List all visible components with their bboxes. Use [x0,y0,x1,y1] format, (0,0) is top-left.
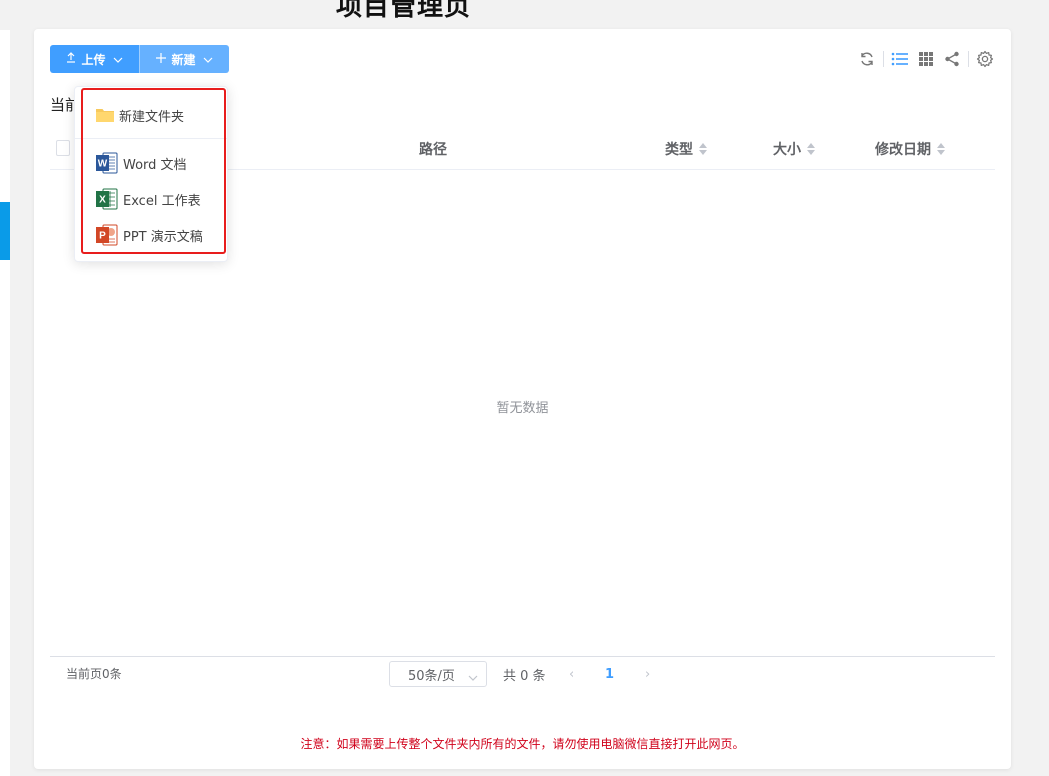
sort-icon[interactable] [937,143,945,155]
excel-icon: X [95,187,119,211]
grid-view-icon[interactable] [916,49,936,69]
toolbar-divider [883,51,884,67]
folder-icon [95,106,115,124]
left-panel-active-tab[interactable] [0,202,10,260]
column-header-path[interactable]: 路径 [419,129,447,169]
svg-text:W: W [98,159,108,170]
current-page-count: 当前页0条 [66,667,122,681]
prev-page-button[interactable]: ‹ [560,667,584,682]
column-header-type[interactable]: 类型 [665,129,707,169]
ppt-icon: P [95,223,119,247]
menu-item-ppt-presentation[interactable]: P PPT 演示文稿 [75,218,227,252]
upload-notice: 注意：如果需要上传整个文件夹内所有的文件，请勿使用电脑微信直接打开此网页。 [300,737,745,751]
empty-table-text: 暂无数据 [496,401,549,416]
total-count: 共 0 条 [503,668,546,684]
page-title: 项目管理页 [336,0,472,22]
toolbar-button-group: 上传 新建 [50,45,229,73]
page-size-value: 50条/页 [408,668,455,684]
new-dropdown-menu: 新建文件夹 W Word 文档 X Excel 工作表 P PPT 演示文稿 [74,86,228,262]
menu-divider [75,138,227,139]
upload-button[interactable]: 上传 [50,45,139,73]
new-button-label: 新建 [171,52,196,67]
next-page-button[interactable]: › [636,667,660,682]
list-view-icon[interactable] [890,49,910,69]
view-toolbar [851,49,995,69]
sort-icon[interactable] [699,143,707,155]
refresh-icon[interactable] [857,49,877,69]
share-icon[interactable] [942,49,962,69]
menu-item-new-folder[interactable]: 新建文件夹 [75,98,227,132]
page-number-1[interactable]: 1 [598,667,622,682]
svg-text:P: P [99,231,106,242]
column-header-modified-date[interactable]: 修改日期 [875,129,945,169]
settings-icon[interactable] [975,49,995,69]
menu-item-excel-worksheet[interactable]: X Excel 工作表 [75,182,227,216]
menu-item-word-document[interactable]: W Word 文档 [75,146,227,180]
pagination: 50条/页 共 0 条 ‹ 1 › [389,660,660,688]
toolbar-divider [968,51,969,67]
chevron-down-icon [113,52,123,66]
plus-icon [156,52,167,66]
sort-icon[interactable] [807,143,815,155]
word-icon: W [95,151,119,175]
chevron-down-icon [468,670,478,685]
left-panel-edge [0,30,10,776]
page-size-select[interactable]: 50条/页 [389,661,487,687]
column-header-size[interactable]: 大小 [773,129,815,169]
chevron-down-icon [203,52,213,66]
upload-arrow-icon [66,52,76,66]
upload-button-label: 上传 [81,52,106,67]
new-button[interactable]: 新建 [139,45,229,73]
table-bottom-border [50,656,995,657]
svg-text:X: X [99,195,106,206]
